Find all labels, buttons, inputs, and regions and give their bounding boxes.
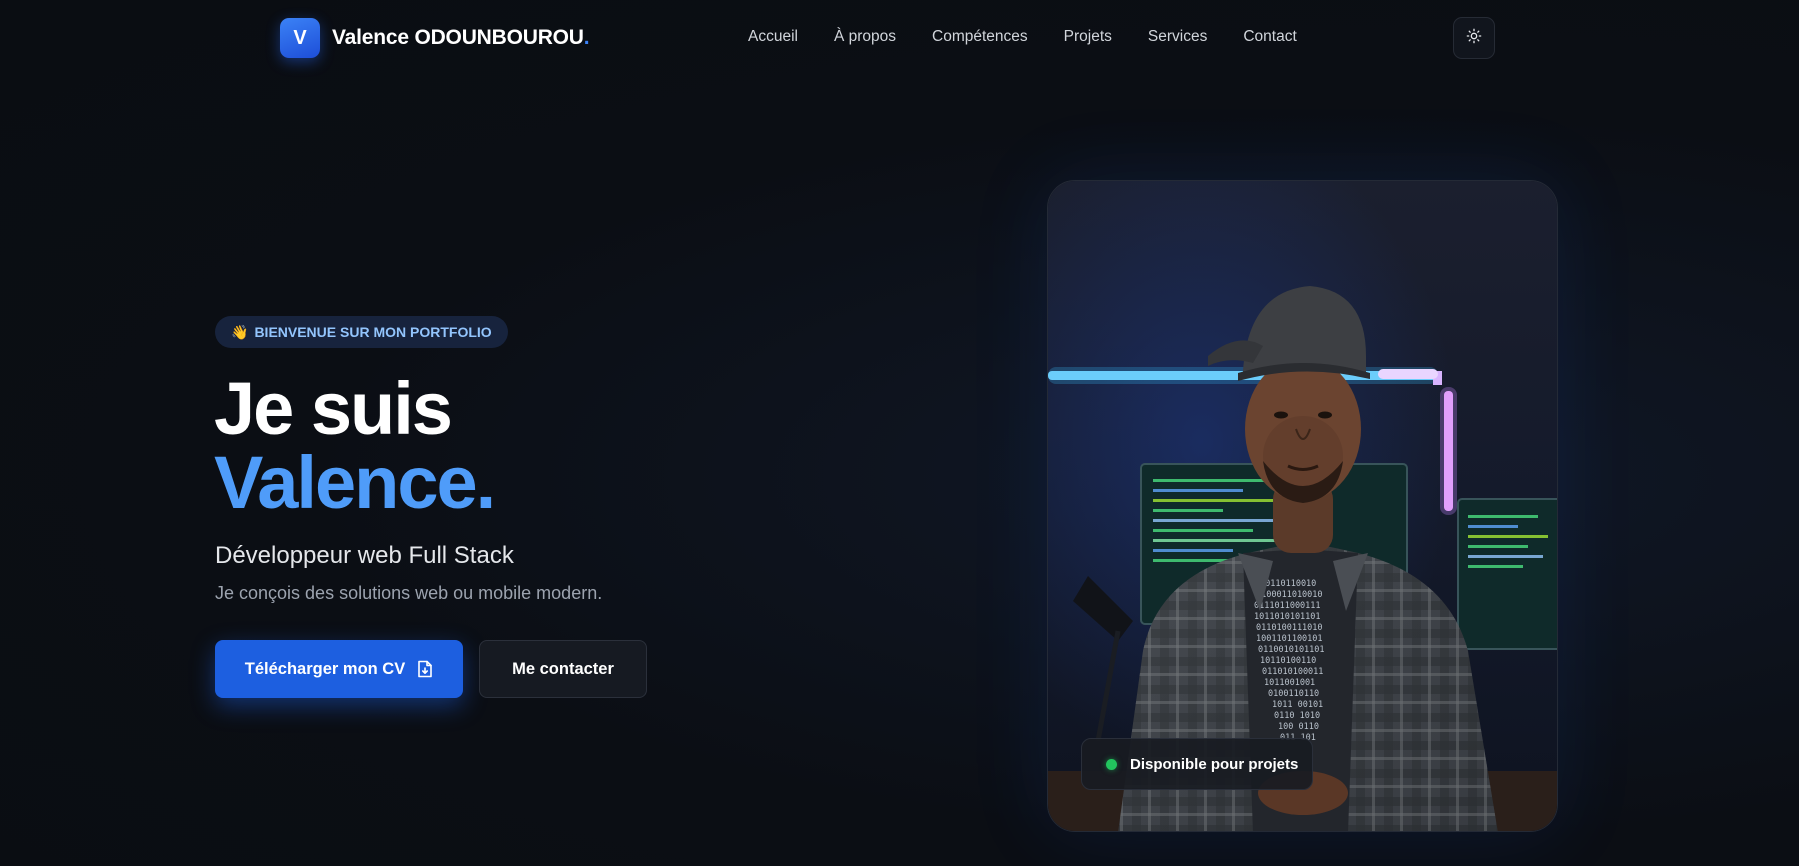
nav-link-projets[interactable]: Projets xyxy=(1064,28,1112,46)
sun-icon xyxy=(1466,28,1482,49)
svg-text:1001101100101: 1001101100101 xyxy=(1256,634,1323,644)
svg-text:0111011000111: 0111011000111 xyxy=(1254,601,1321,611)
nav-link-competences[interactable]: Compétences xyxy=(932,28,1028,46)
logo-dot: . xyxy=(583,26,590,49)
svg-text:0100110110: 0100110110 xyxy=(1268,689,1319,699)
svg-text:1011001001: 1011001001 xyxy=(1264,678,1315,688)
welcome-badge: 👋 BIENVENUE SUR MON PORTFOLIO xyxy=(215,316,508,348)
file-download-icon xyxy=(417,660,433,678)
contact-me-button[interactable]: Me contacter xyxy=(479,640,647,698)
nav-link-a-propos[interactable]: À propos xyxy=(834,28,896,46)
waving-hand-icon: 👋 xyxy=(231,323,249,340)
svg-text:1011010101101: 1011010101101 xyxy=(1254,612,1321,622)
nav-link-services[interactable]: Services xyxy=(1148,28,1207,46)
svg-text:00110110010: 00110110010 xyxy=(1260,579,1316,589)
site-logo[interactable]: V Valence ODOUNBOUROU. xyxy=(280,18,590,58)
logo-letter: V xyxy=(293,26,307,49)
availability-status: Disponible pour projets xyxy=(1081,738,1313,790)
availability-status-label: Disponible pour projets xyxy=(1130,755,1299,773)
hero-title-line2: Valence. xyxy=(214,441,496,524)
page: V Valence ODOUNBOUROU. Accueil À propos … xyxy=(0,0,1799,866)
download-cv-button[interactable]: Télécharger mon CV xyxy=(215,640,463,698)
svg-text:1100011010010: 1100011010010 xyxy=(1256,590,1323,600)
hero-title-line1: Je suis xyxy=(214,367,453,450)
nav-link-accueil[interactable]: Accueil xyxy=(748,28,798,46)
download-cv-label: Télécharger mon CV xyxy=(244,659,406,678)
svg-text:100 0110: 100 0110 xyxy=(1278,722,1319,732)
logo-name-text: Valence ODOUNBOUROU xyxy=(332,26,584,49)
profile-photo: 00110110010 1100011010010 0111011000111 … xyxy=(1047,180,1558,832)
hero-tagline: Je conçois des solutions web ou mobile m… xyxy=(215,583,603,603)
theme-toggle-button[interactable] xyxy=(1453,17,1495,59)
svg-text:0110 1010: 0110 1010 xyxy=(1274,711,1320,721)
main-nav: Accueil À propos Compétences Projets Ser… xyxy=(748,28,1333,46)
svg-text:0110010101101: 0110010101101 xyxy=(1258,645,1325,655)
svg-text:1011 00101: 1011 00101 xyxy=(1272,700,1323,710)
svg-text:0110100111010: 0110100111010 xyxy=(1256,623,1323,633)
welcome-badge-text: BIENVENUE SUR MON PORTFOLIO xyxy=(254,324,492,340)
svg-text:10110100110: 10110100110 xyxy=(1260,656,1316,666)
svg-text:011010100011: 011010100011 xyxy=(1262,667,1323,677)
hero-subtitle: Développeur web Full Stack xyxy=(215,542,514,569)
nav-link-contact[interactable]: Contact xyxy=(1243,28,1296,46)
logo-name: Valence ODOUNBOUROU. xyxy=(332,26,590,50)
status-dot-icon xyxy=(1106,758,1117,770)
logo-badge: V xyxy=(280,18,320,58)
